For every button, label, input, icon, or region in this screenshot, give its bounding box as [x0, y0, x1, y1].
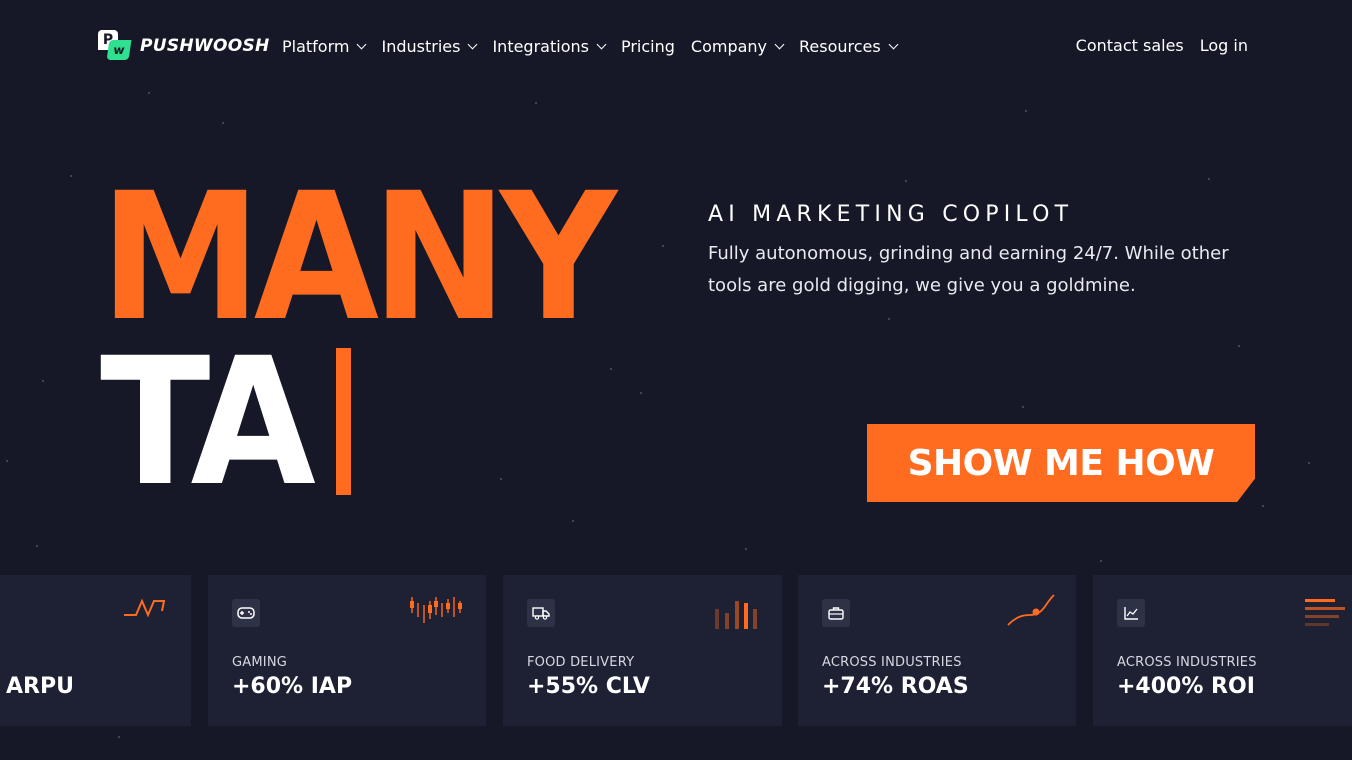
brand-logo[interactable]: P w PUSHWOOSH: [98, 30, 270, 62]
stat-card[interactable]: ARPU: [0, 575, 191, 726]
chevron-down-icon: [596, 39, 607, 49]
pushwoosh-logo-icon: P w: [98, 30, 134, 62]
card-metric: +400% ROI: [1117, 674, 1255, 699]
log-in-link[interactable]: Log in: [1200, 36, 1248, 55]
contact-sales-link[interactable]: Contact sales: [1076, 36, 1184, 55]
stat-card[interactable]: ACROSS INDUSTRIES +74% ROAS: [798, 575, 1076, 726]
stat-card[interactable]: FOOD DELIVERY +55% CLV: [503, 575, 782, 726]
card-category: FOOD DELIVERY: [527, 655, 635, 670]
cta-label: SHOW ME HOW: [907, 442, 1215, 484]
chevron-down-icon: [774, 39, 785, 49]
nav-item-platform[interactable]: Platform: [282, 36, 367, 56]
stat-card[interactable]: ACROSS INDUSTRIES +400% ROI: [1093, 575, 1352, 726]
nav-item-label: Pricing: [620, 36, 675, 56]
nav-item-company[interactable]: Company: [690, 36, 785, 56]
chart-icon: [1117, 599, 1145, 627]
stat-card[interactable]: GAMING +60% IAP: [208, 575, 486, 726]
nav-item-label: Platform: [282, 36, 350, 56]
nav-item-label: Company: [690, 36, 768, 56]
rising-curve-graph-icon: [1007, 594, 1055, 626]
card-metric: +74% ROAS: [822, 674, 969, 699]
nav-item-pricing[interactable]: Pricing: [621, 36, 675, 56]
briefcase-icon: [822, 599, 850, 627]
candlestick-graph-icon: [410, 597, 462, 623]
bar-graph-icon: [715, 601, 757, 629]
nav-item-integrations[interactable]: Integrations: [492, 36, 607, 56]
main-nav: Platform Industries Integrations Pricing…: [282, 36, 899, 56]
card-metric: ARPU: [6, 674, 74, 699]
hero-subtitle: Fully autonomous, grinding and earning 2…: [708, 243, 1229, 296]
card-metric: +55% CLV: [527, 674, 650, 699]
card-category: GAMING: [232, 655, 288, 670]
truck-icon: [527, 599, 555, 627]
hero-headline-line2: TA: [100, 320, 316, 525]
chevron-down-icon: [468, 39, 478, 49]
chevron-down-icon: [357, 39, 367, 49]
chevron-down-icon: [888, 39, 899, 49]
hero-eyebrow: AI MARKETING COPILOT: [708, 202, 1074, 227]
card-category: ACROSS INDUSTRIES: [1117, 655, 1257, 670]
show-me-how-button[interactable]: SHOW ME HOW: [867, 424, 1255, 502]
logo-w-glyph: w: [106, 40, 132, 60]
typing-cursor: [336, 348, 351, 495]
brand-name: PUSHWOOSH: [140, 36, 270, 56]
horizontal-bars-graph-icon: [1305, 599, 1345, 626]
card-category: ACROSS INDUSTRIES: [822, 655, 962, 670]
step-line-graph-icon: [124, 598, 166, 618]
header-actions: Contact sales Log in: [1076, 36, 1248, 55]
nav-item-label: Integrations: [492, 36, 589, 56]
site-header: P w PUSHWOOSH Platform Industries Integr…: [0, 0, 1352, 92]
nav-item-resources[interactable]: Resources: [799, 36, 899, 56]
nav-item-label: Resources: [799, 36, 881, 56]
card-metric: +60% IAP: [232, 674, 353, 699]
nav-item-label: Industries: [381, 36, 461, 56]
gamepad-icon: [232, 599, 260, 627]
nav-item-industries[interactable]: Industries: [381, 36, 478, 56]
